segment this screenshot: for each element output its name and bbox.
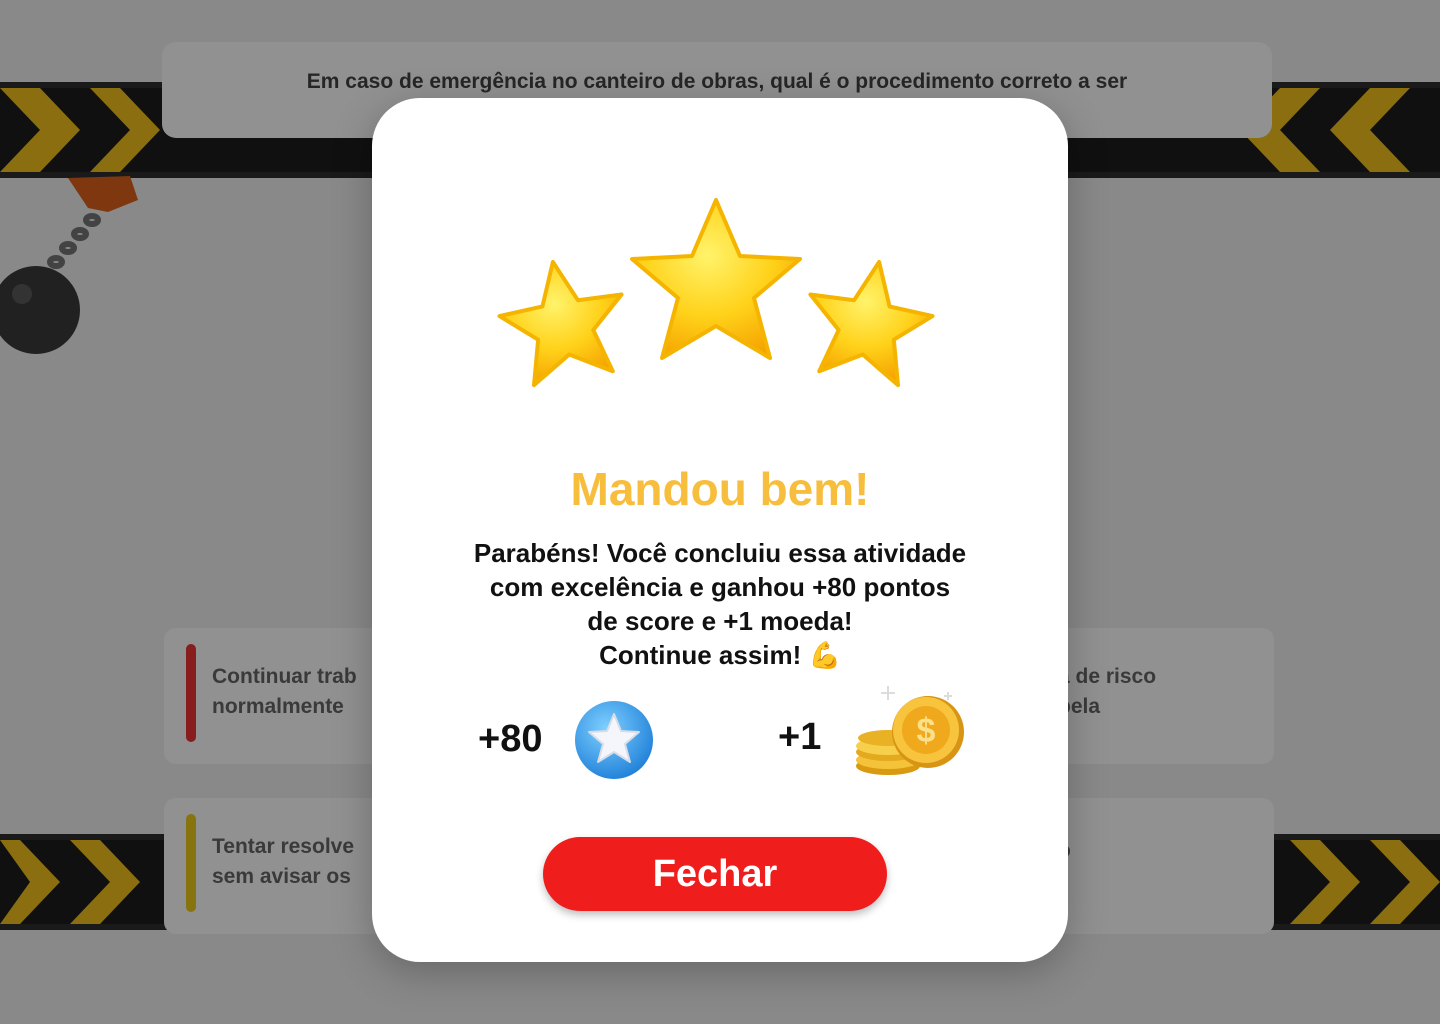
svg-text:$: $ [917, 712, 936, 750]
coin-reward-value: +1 [778, 716, 822, 758]
score-reward-value: +80 [478, 718, 543, 760]
close-button[interactable]: Fechar [543, 837, 887, 911]
modal-title: Mandou bem! [570, 463, 870, 515]
success-modal: Mandou bem! Parabéns! Você concluiu essa… [372, 98, 1068, 962]
blue-star-badge-icon [575, 701, 653, 779]
gold-coins-icon: $ [856, 686, 964, 775]
modal-message: Parabéns! Você concluiu essa atividade c… [473, 538, 967, 670]
three-stars-icon [497, 198, 935, 388]
